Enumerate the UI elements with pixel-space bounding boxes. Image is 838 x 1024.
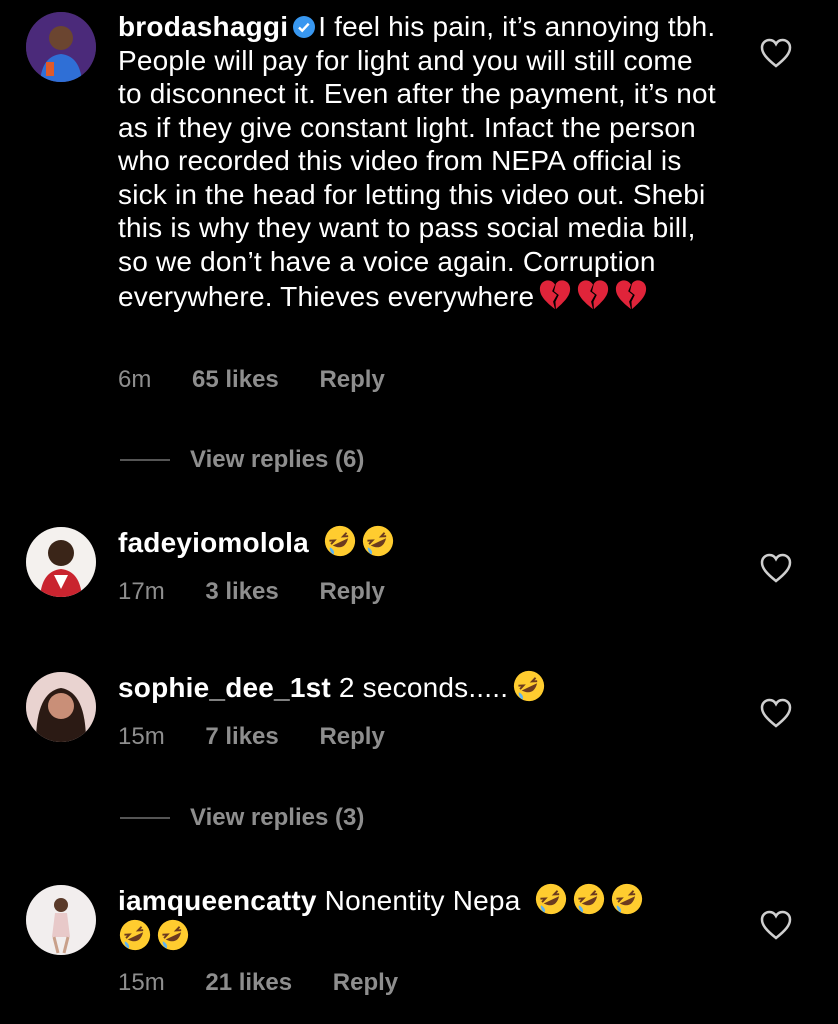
username[interactable]: sophie_dee_1st <box>118 672 331 703</box>
username[interactable]: brodashaggi <box>118 11 288 42</box>
comment-body: 2 seconds..... <box>338 672 509 703</box>
view-replies-button[interactable]: View replies (6) <box>120 445 364 475</box>
comment-meta: 15m 7 likes Reply <box>118 723 419 751</box>
rofl-emoji <box>534 882 568 916</box>
timestamp: 17m <box>118 578 165 605</box>
reply-button[interactable]: Reply <box>319 578 384 606</box>
verified-badge-icon <box>293 16 316 38</box>
comment-body: I feel his pain, it’s annoying tbh. Peop… <box>118 11 716 312</box>
comment-text: brodashaggi I feel his pain, it’s annoyin… <box>118 10 718 314</box>
rofl-emoji <box>361 524 395 558</box>
avatar[interactable] <box>26 12 96 82</box>
rofl-emoji <box>323 524 357 558</box>
username[interactable]: fadeyiomolola <box>118 527 309 558</box>
rofl-emoji <box>118 918 152 952</box>
rofl-emoji <box>512 669 546 703</box>
comment-meta: 17m 3 likes Reply <box>118 578 419 606</box>
reply-button[interactable]: Reply <box>319 366 384 394</box>
reply-button[interactable]: Reply <box>333 969 398 997</box>
heart-icon[interactable] <box>760 38 792 68</box>
comment-text: iamqueencatty Nonentity Nepa <box>118 882 718 953</box>
heart-icon[interactable] <box>760 910 792 940</box>
divider <box>120 459 170 461</box>
broken-heart-emoji <box>576 278 610 312</box>
avatar[interactable] <box>26 672 96 742</box>
view-replies-label: View replies (3) <box>190 804 365 831</box>
likes-count[interactable]: 7 likes <box>205 723 278 751</box>
comment-meta: 15m 21 likes Reply <box>118 969 432 997</box>
username[interactable]: iamqueencatty <box>118 885 317 916</box>
timestamp: 15m <box>118 723 165 750</box>
rofl-emoji <box>572 882 606 916</box>
avatar[interactable] <box>26 885 96 955</box>
reply-button[interactable]: Reply <box>319 723 384 751</box>
likes-count[interactable]: 21 likes <box>205 969 292 997</box>
rofl-emoji <box>610 882 644 916</box>
comment-body: Nonentity Nepa <box>324 885 521 916</box>
heart-icon[interactable] <box>760 698 792 728</box>
likes-count[interactable]: 65 likes <box>192 366 279 394</box>
avatar[interactable] <box>26 527 96 597</box>
comment-meta: 6m 65 likes Reply <box>118 366 419 394</box>
timestamp: 6m <box>118 366 152 393</box>
comment-text: sophie_dee_1st 2 seconds..... <box>118 669 718 705</box>
broken-heart-emoji <box>538 278 572 312</box>
divider <box>120 817 170 819</box>
likes-count[interactable]: 3 likes <box>205 578 278 606</box>
comment-text: fadeyiomolola <box>118 524 718 560</box>
broken-heart-emoji <box>614 278 648 312</box>
view-replies-label: View replies (6) <box>190 446 365 473</box>
rofl-emoji <box>156 918 190 952</box>
view-replies-button[interactable]: View replies (3) <box>120 803 364 833</box>
heart-icon[interactable] <box>760 553 792 583</box>
timestamp: 15m <box>118 969 165 996</box>
